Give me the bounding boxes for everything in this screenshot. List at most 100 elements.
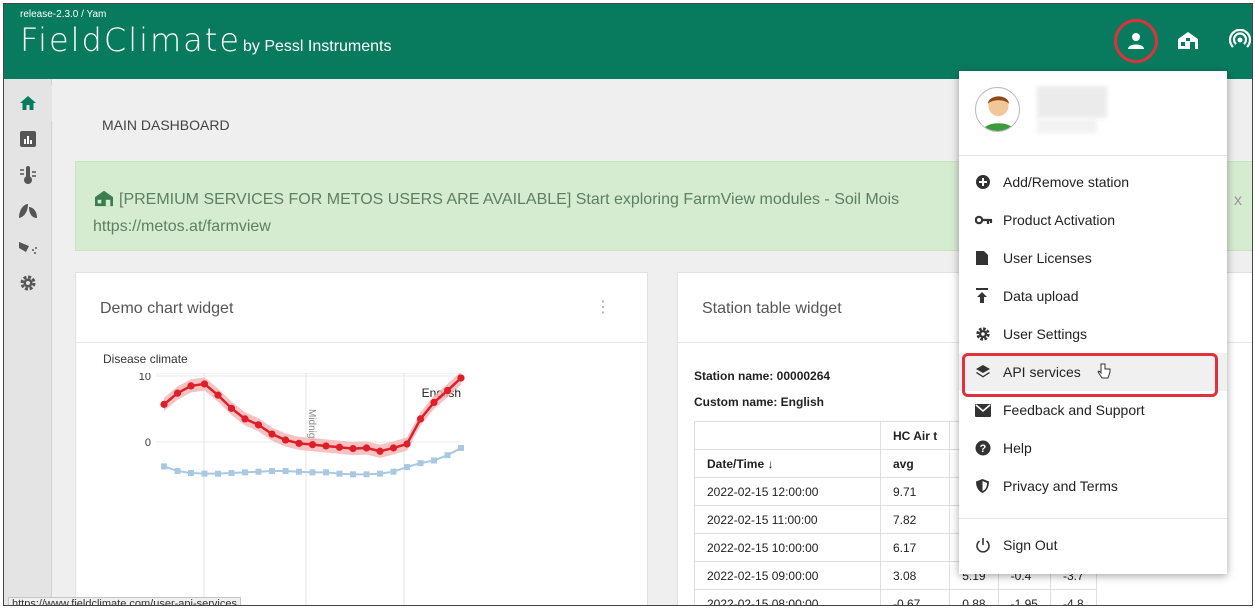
data-point[interactable] (457, 374, 465, 382)
table-header-datetime[interactable]: Date/Time ↓ (694, 449, 881, 478)
table-row[interactable]: 2022-02-15 08:00:00 -0.67 0.88 -1.95 -4.8 (694, 589, 1097, 605)
data-point[interactable] (214, 391, 222, 399)
data-point[interactable] (228, 470, 235, 477)
data-point[interactable] (350, 471, 356, 478)
data-point[interactable] (431, 457, 437, 464)
data-point[interactable] (335, 443, 344, 451)
data-point[interactable] (376, 447, 384, 455)
user-profile-button[interactable] (1114, 19, 1158, 63)
menu-item-label: Privacy and Terms (1003, 478, 1118, 494)
menu-item-label: Data upload (1003, 288, 1079, 304)
y-tick-label: 10 (139, 373, 151, 383)
data-point[interactable] (362, 444, 371, 452)
data-point[interactable] (336, 470, 343, 477)
sidebar-item-crops[interactable] (4, 193, 52, 229)
menu-item-privacy-and-terms[interactable]: Privacy and Terms (959, 467, 1227, 505)
home-icon (20, 96, 36, 110)
data-point[interactable] (296, 468, 302, 475)
envelope-icon (975, 403, 1003, 417)
data-point[interactable] (161, 463, 167, 470)
menu-item-add-remove-station[interactable]: Add/Remove station (959, 163, 1227, 201)
data-point[interactable] (295, 439, 303, 447)
blurred-user-email (1037, 119, 1097, 133)
data-point[interactable] (444, 452, 451, 459)
gear-icon (975, 326, 1003, 342)
plus-circle-icon (975, 174, 1003, 190)
sidebar-item-settings[interactable] (4, 265, 52, 301)
banner-close-button[interactable]: x (1234, 192, 1242, 210)
sprayer-icon (19, 242, 37, 254)
thermometer-icon (20, 166, 36, 184)
menu-item-product-activation[interactable]: Product Activation (959, 201, 1227, 239)
data-point[interactable] (404, 464, 410, 471)
sidebar-item-spraying[interactable] (4, 229, 52, 265)
data-point[interactable] (363, 471, 370, 478)
data-point[interactable] (403, 440, 411, 448)
data-point[interactable] (377, 470, 383, 477)
user-dropdown-menu: Add/Remove station Product Activation User… (959, 71, 1227, 574)
data-point[interactable] (160, 400, 168, 408)
y-tick-label: 0 (145, 437, 151, 449)
data-point[interactable] (390, 468, 397, 475)
farm-icon (95, 190, 113, 207)
chart-widget-title: Demo chart widget (100, 300, 234, 317)
table-header-hc-air: HC Air t (879, 421, 951, 450)
data-point[interactable] (269, 468, 275, 475)
data-point[interactable] (201, 470, 208, 477)
menu-item-help[interactable]: ? Help (959, 429, 1227, 467)
sidebar-item-weather[interactable] (4, 157, 52, 193)
data-point[interactable] (443, 386, 452, 395)
data-point[interactable] (200, 380, 209, 388)
data-point[interactable] (308, 441, 317, 449)
data-point[interactable] (187, 382, 195, 390)
menu-item-user-settings[interactable]: User Settings (959, 315, 1227, 353)
table-header-avg[interactable]: avg (879, 449, 951, 478)
menu-item-label: Feedback and Support (1003, 402, 1145, 418)
data-point[interactable] (173, 389, 182, 397)
data-point[interactable] (309, 469, 316, 476)
user-icon (1128, 33, 1144, 49)
top-navigation-bar: release-2.3.0 / Yam FieldClimate by Pessl… (4, 4, 1252, 79)
sign-out-menu-item[interactable]: Sign Out (959, 526, 1227, 564)
data-point[interactable] (417, 460, 424, 467)
power-icon (975, 537, 1003, 553)
data-point[interactable] (227, 404, 236, 412)
data-point[interactable] (241, 415, 249, 423)
sidebar-item-home[interactable] (4, 85, 52, 121)
table-cell-date: 2022-02-15 09:00:00 (694, 561, 881, 590)
data-point[interactable] (255, 468, 262, 475)
data-point[interactable] (188, 470, 194, 477)
data-point[interactable] (430, 398, 438, 406)
api-services-highlight-annotation (962, 353, 1218, 397)
table-cell-avg: 6.17 (879, 533, 951, 562)
logo-sub-text: by Pessl Instruments (243, 38, 392, 55)
chart-widget-menu-button[interactable]: ⋮ (595, 297, 611, 317)
data-point[interactable] (254, 421, 263, 429)
link-status-bar: https://www.fieldclimate.com/user-api-se… (8, 597, 241, 605)
farmview-link[interactable]: https://metos.at/farmview (93, 218, 271, 236)
menu-item-data-upload[interactable]: Data upload (959, 277, 1227, 315)
data-point[interactable] (349, 445, 357, 453)
data-point[interactable] (389, 444, 398, 452)
blurred-user-name (1037, 86, 1107, 118)
table-header-empty (694, 421, 881, 450)
data-point[interactable] (323, 469, 329, 476)
data-point[interactable] (242, 469, 248, 476)
data-point[interactable] (322, 442, 330, 450)
farm-button[interactable] (1172, 24, 1204, 56)
data-point[interactable] (174, 468, 181, 475)
data-point[interactable] (268, 430, 276, 438)
fieldclimate-logo[interactable]: FieldClimate by Pessl Instruments (20, 21, 392, 71)
data-point[interactable] (282, 468, 289, 475)
data-point[interactable] (215, 470, 221, 477)
avatar (975, 87, 1020, 132)
data-point[interactable] (281, 436, 290, 444)
sidebar-item-charts[interactable] (4, 121, 52, 157)
menu-item-label: Product Activation (1003, 212, 1116, 228)
menu-item-user-licenses[interactable]: User Licenses (959, 239, 1227, 277)
table-widget-title: Station table widget (702, 300, 842, 317)
data-point[interactable] (416, 415, 425, 423)
signal-button[interactable] (1224, 24, 1252, 56)
data-point[interactable] (458, 444, 464, 451)
menu-item-label: Add/Remove station (1003, 174, 1130, 190)
